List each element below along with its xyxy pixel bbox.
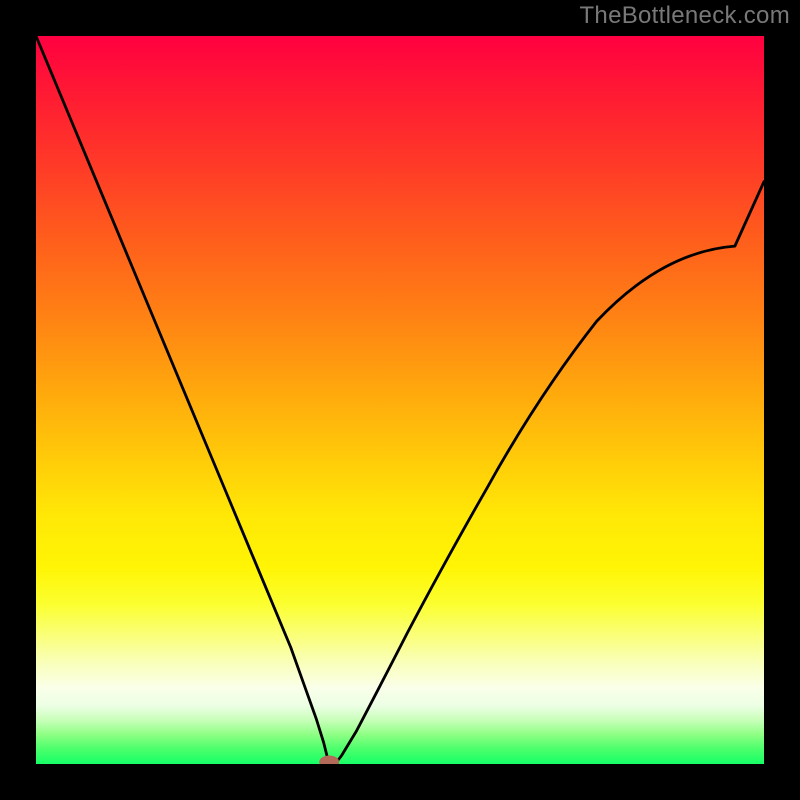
- curve-marker: [319, 756, 339, 765]
- watermark-text: TheBottleneck.com: [579, 2, 790, 30]
- chart-plot: [36, 36, 764, 764]
- chart-frame: TheBottleneck.com: [0, 0, 800, 800]
- curve-line: [36, 36, 764, 763]
